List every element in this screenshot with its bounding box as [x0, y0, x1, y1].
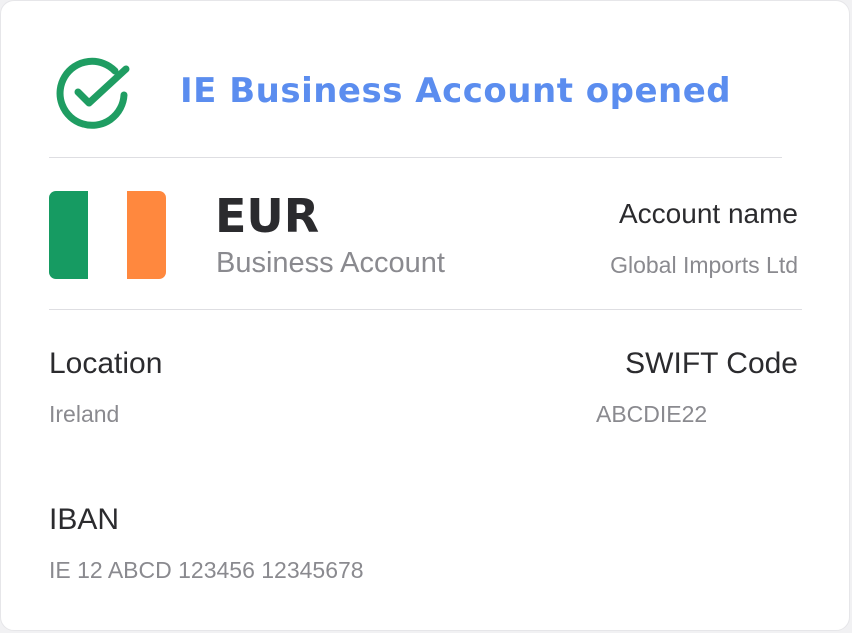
flag-stripe-orange	[127, 191, 166, 279]
account-name-label: Account name	[619, 198, 798, 229]
ireland-flag-icon	[49, 191, 166, 279]
account-type: Business Account	[216, 247, 445, 279]
account-opened-card: IE Business Account opened EUR Business …	[0, 0, 850, 631]
iban-value: IE 12 ABCD 123456 12345678	[49, 557, 364, 583]
divider	[49, 157, 782, 158]
divider	[49, 309, 802, 310]
location-label: Location	[49, 347, 163, 380]
page-title: IE Business Account opened	[180, 71, 732, 111]
check-circle-icon	[56, 57, 130, 129]
swift-code-value: ABCDIE22	[596, 401, 708, 427]
currency-code: EUR	[215, 189, 320, 243]
location-value: Ireland	[49, 401, 120, 427]
flag-stripe-green	[49, 191, 88, 279]
swift-code-label: SWIFT Code	[625, 347, 798, 380]
flag-stripe-white	[88, 191, 127, 279]
account-name-value: Global Imports Ltd	[610, 252, 798, 278]
iban-label: IBAN	[49, 503, 120, 536]
success-header: IE Business Account opened	[53, 53, 793, 133]
